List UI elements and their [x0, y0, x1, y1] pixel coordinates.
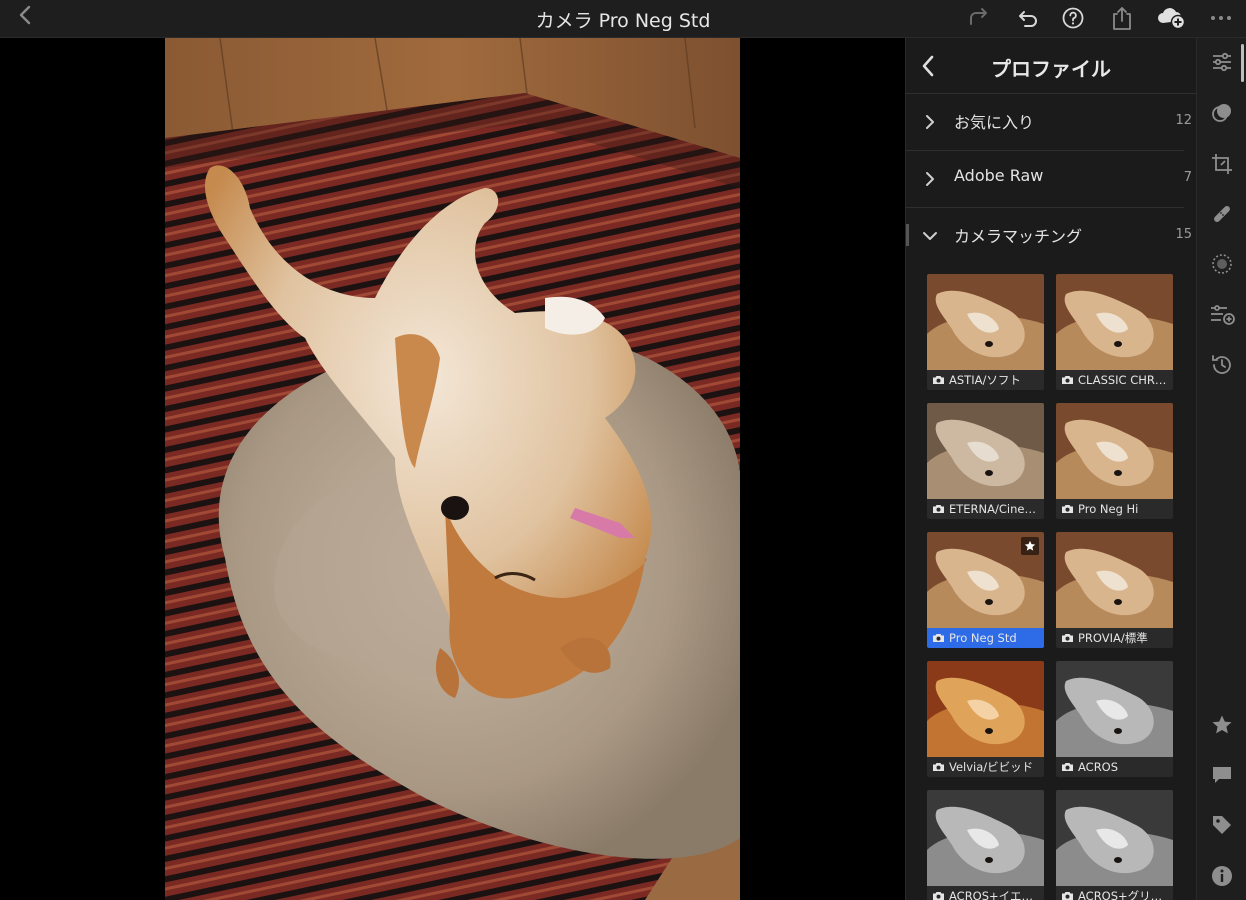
group-label: お気に入り — [954, 113, 1035, 132]
chevron-right-icon — [922, 114, 938, 130]
profile-tile[interactable]: Velvia/ビビッド — [927, 661, 1044, 777]
masking-icon[interactable] — [1208, 99, 1236, 127]
panel-header: プロファイル — [906, 38, 1196, 94]
help-icon[interactable] — [1057, 2, 1089, 34]
profile-name: Velvia/ビビッド — [949, 760, 1034, 774]
group-label: Adobe Raw — [954, 166, 1044, 185]
profile-thumbnail — [1056, 532, 1173, 628]
profile-label-bar: PROVIA/標準 — [1056, 628, 1173, 648]
camera-icon — [933, 763, 944, 771]
camera-icon — [1062, 892, 1073, 900]
profile-label-bar: Pro Neg Std — [927, 628, 1044, 648]
cloud-add-icon[interactable] — [1155, 2, 1187, 34]
profile-thumbnail — [927, 403, 1044, 499]
camera-icon — [933, 505, 944, 513]
group-adobe-raw[interactable]: Adobe Raw 7 — [906, 151, 1192, 208]
profile-thumbnail — [1056, 661, 1173, 757]
more-icon[interactable] — [1205, 2, 1237, 34]
profile-name: CLASSIC CHRO… — [1078, 373, 1173, 387]
profile-label-bar: ACROS — [1056, 757, 1173, 777]
crop-icon[interactable] — [1208, 150, 1236, 178]
profile-label-bar: ETERNA/Cinema — [927, 499, 1044, 519]
profile-tile[interactable]: ACROS+イエ… — [927, 790, 1044, 900]
profile-panel: プロファイル お気に入り 12 Adobe Raw 7 カメラマッチング 15 … — [905, 38, 1196, 900]
scroll-indicator — [1241, 44, 1244, 82]
profile-tile[interactable]: PROVIA/標準 — [1056, 532, 1173, 648]
profile-name: Pro Neg Std — [949, 631, 1017, 645]
group-favorites[interactable]: お気に入り 12 — [906, 94, 1192, 151]
group-count: 7 — [1183, 170, 1192, 185]
profile-name: ASTIA/ソフト — [949, 373, 1021, 387]
profile-tile[interactable]: ASTIA/ソフト — [927, 274, 1044, 390]
profile-name: ACROS — [1078, 760, 1119, 774]
profile-tile[interactable]: ACROS — [1056, 661, 1173, 777]
profile-thumbnail — [927, 790, 1044, 886]
camera-icon — [1062, 634, 1073, 642]
profile-name: ETERNA/Cinema — [949, 502, 1043, 516]
presets-icon[interactable] — [1208, 300, 1236, 328]
profile-tile[interactable]: Pro Neg Hi — [1056, 403, 1173, 519]
profile-label-bar: CLASSIC CHRO… — [1056, 370, 1173, 390]
profile-name: PROVIA/標準 — [1078, 631, 1148, 645]
profile-thumbnail — [1056, 403, 1173, 499]
edit-sliders-icon[interactable] — [1208, 48, 1236, 76]
camera-icon — [1062, 505, 1073, 513]
undo-icon[interactable] — [1012, 2, 1044, 34]
profile-name: ACROS+グリ… — [1078, 889, 1163, 900]
profile-thumbnail — [927, 661, 1044, 757]
profile-tile[interactable]: ACROS+グリ… — [1056, 790, 1173, 900]
profile-tile[interactable]: CLASSIC CHRO… — [1056, 274, 1173, 390]
comment-icon[interactable] — [1208, 761, 1236, 789]
profile-label-bar: ACROS+グリ… — [1056, 886, 1173, 900]
camera-icon — [933, 376, 944, 384]
top-bar: カメラ Pro Neg Std — [0, 0, 1246, 38]
rating-star-icon[interactable] — [1208, 711, 1236, 739]
history-icon[interactable] — [1208, 351, 1236, 379]
profile-name: ACROS+イエ… — [949, 889, 1034, 900]
photo-image[interactable] — [165, 38, 740, 900]
tag-icon[interactable] — [1208, 811, 1236, 839]
expanded-indicator — [906, 224, 909, 246]
info-icon[interactable] — [1208, 862, 1236, 890]
panel-title: プロファイル — [991, 57, 1111, 81]
group-count: 12 — [1175, 113, 1192, 128]
camera-icon — [1062, 376, 1073, 384]
redo-icon[interactable] — [963, 2, 995, 34]
profile-label-bar: Velvia/ビビッド — [927, 757, 1044, 777]
profile-thumbnail — [927, 274, 1044, 370]
share-icon[interactable] — [1106, 2, 1138, 34]
camera-icon — [1062, 763, 1073, 771]
profile-label-bar: ASTIA/ソフト — [927, 370, 1044, 390]
profile-name: Pro Neg Hi — [1078, 502, 1139, 516]
profile-thumbnail — [1056, 274, 1173, 370]
group-label: カメラマッチング — [954, 227, 1083, 246]
tool-strip — [1196, 38, 1246, 900]
healing-icon[interactable] — [1208, 200, 1236, 228]
camera-icon — [933, 634, 944, 642]
profile-thumbnail — [1056, 790, 1173, 886]
profile-label-bar: ACROS+イエ… — [927, 886, 1044, 900]
favorite-star-icon[interactable] — [1021, 537, 1039, 555]
group-camera-matching[interactable]: カメラマッチング 15 — [906, 208, 1192, 265]
group-count: 15 — [1175, 227, 1192, 242]
profile-label-bar: Pro Neg Hi — [1056, 499, 1173, 519]
photo-canvas — [0, 38, 905, 900]
camera-icon — [933, 892, 944, 900]
chevron-right-icon — [922, 171, 938, 187]
profile-tile[interactable]: ETERNA/Cinema — [927, 403, 1044, 519]
selective-icon[interactable] — [1208, 250, 1236, 278]
profile-tile[interactable]: Pro Neg Std — [927, 532, 1044, 648]
chevron-down-icon — [922, 228, 938, 244]
